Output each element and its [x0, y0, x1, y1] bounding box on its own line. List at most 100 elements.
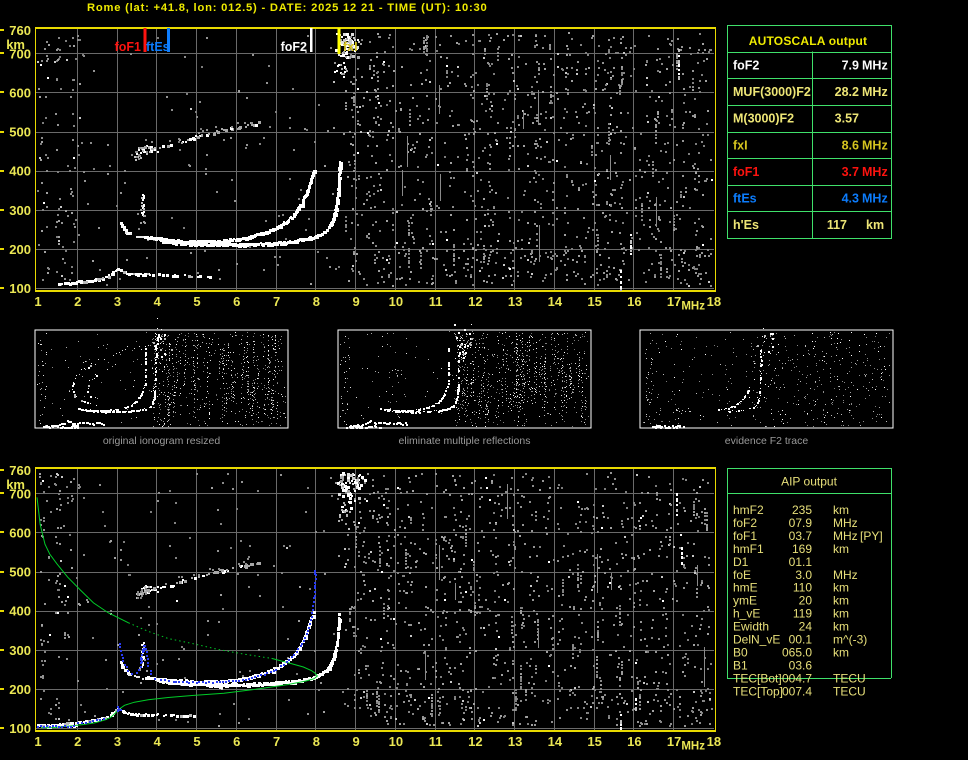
svg-text:18: 18 — [707, 734, 721, 749]
svg-text:065.0: 065.0 — [782, 645, 812, 659]
svg-text:MHz: MHz — [833, 529, 858, 543]
svg-text:18: 18 — [707, 294, 721, 309]
svg-text:original ionogram resized: original ionogram resized — [103, 435, 220, 447]
svg-text:3.57: 3.57 — [835, 112, 859, 126]
svg-text:4: 4 — [154, 734, 162, 749]
svg-text:h'Es: h'Es — [733, 218, 759, 232]
svg-text:MHz: MHz — [862, 165, 888, 179]
svg-text:ftEs: ftEs — [146, 40, 170, 54]
svg-text:10: 10 — [389, 734, 403, 749]
svg-text:MHz: MHz — [681, 301, 705, 313]
svg-text:600: 600 — [9, 526, 31, 541]
svg-text:11: 11 — [429, 734, 443, 749]
svg-text:7: 7 — [273, 734, 280, 749]
svg-text:5: 5 — [193, 734, 200, 749]
svg-text:13: 13 — [508, 734, 522, 749]
svg-text:MHz: MHz — [833, 568, 858, 582]
svg-text:foF1: foF1 — [115, 40, 141, 54]
svg-text:400: 400 — [9, 164, 31, 179]
svg-text:12: 12 — [468, 734, 482, 749]
svg-text:15: 15 — [587, 734, 601, 749]
svg-text:169: 169 — [792, 542, 812, 556]
svg-text:24: 24 — [799, 620, 813, 634]
svg-text:foE: foE — [733, 568, 751, 582]
svg-text:14: 14 — [548, 734, 563, 749]
svg-text:9: 9 — [352, 294, 359, 309]
svg-text:28.2: 28.2 — [835, 85, 859, 99]
svg-text:5: 5 — [193, 294, 200, 309]
svg-text:km: km — [833, 607, 849, 621]
svg-text:17: 17 — [667, 734, 681, 749]
svg-text:100: 100 — [9, 721, 31, 736]
svg-text:110: 110 — [793, 581, 812, 595]
svg-text:100: 100 — [9, 281, 31, 296]
svg-text:01.1: 01.1 — [789, 555, 813, 569]
svg-text:4.3: 4.3 — [842, 192, 859, 206]
svg-text:TECU: TECU — [833, 671, 866, 685]
svg-text:km: km — [833, 620, 849, 634]
svg-text:7.9: 7.9 — [842, 58, 859, 72]
svg-text:2: 2 — [74, 294, 81, 309]
svg-text:3: 3 — [114, 734, 121, 749]
svg-text:6: 6 — [233, 734, 240, 749]
svg-text:m^(-3): m^(-3) — [833, 633, 867, 647]
svg-text:MHz: MHz — [862, 58, 888, 72]
svg-text:AUTOSCALA output: AUTOSCALA output — [749, 34, 868, 48]
svg-text:400: 400 — [9, 604, 31, 619]
svg-text:km: km — [6, 37, 25, 52]
svg-text:300: 300 — [9, 643, 31, 658]
svg-text:10: 10 — [389, 294, 403, 309]
svg-text:hmE: hmE — [733, 581, 758, 595]
svg-text:1: 1 — [34, 294, 41, 309]
svg-text:B0: B0 — [733, 645, 748, 659]
svg-text:km: km — [833, 645, 849, 659]
svg-text:AIP output: AIP output — [781, 475, 837, 489]
svg-text:11: 11 — [429, 294, 443, 309]
svg-text:1: 1 — [34, 734, 41, 749]
svg-text:km: km — [833, 594, 849, 608]
svg-text:DelN_vE: DelN_vE — [733, 633, 780, 647]
svg-text:D1: D1 — [733, 555, 749, 569]
svg-text:500: 500 — [9, 125, 31, 140]
svg-text:00.1: 00.1 — [789, 633, 813, 647]
svg-text:4: 4 — [154, 294, 162, 309]
svg-text:004.7: 004.7 — [782, 671, 812, 685]
svg-text:evidence F2 trace: evidence F2 trace — [725, 435, 809, 447]
svg-text:Ewidth: Ewidth — [733, 620, 769, 634]
svg-text:km: km — [833, 503, 849, 517]
svg-text:hmF1: hmF1 — [733, 542, 764, 556]
svg-text:foF2: foF2 — [733, 58, 759, 72]
svg-text:235: 235 — [792, 503, 812, 517]
svg-text:km: km — [833, 581, 849, 595]
svg-text:20: 20 — [799, 594, 813, 608]
svg-text:03.7: 03.7 — [789, 529, 813, 543]
svg-text:8.6: 8.6 — [842, 138, 859, 152]
svg-text:3.0: 3.0 — [795, 568, 812, 582]
svg-text:8: 8 — [313, 734, 320, 749]
svg-text:Rome (lat: +41.8, lon: 012.5): Rome (lat: +41.8, lon: 012.5) - DATE: 20… — [87, 2, 488, 14]
svg-text:MHz: MHz — [681, 741, 705, 753]
svg-text:7: 7 — [273, 294, 280, 309]
svg-text:2: 2 — [74, 734, 81, 749]
svg-text:MHz: MHz — [833, 516, 858, 530]
svg-text:8: 8 — [313, 294, 320, 309]
svg-text:17: 17 — [667, 294, 681, 309]
svg-text:9: 9 — [352, 734, 359, 749]
svg-text:MUF(3000)F2: MUF(3000)F2 — [733, 85, 811, 99]
svg-text:07.9: 07.9 — [789, 516, 813, 530]
svg-text:03.6: 03.6 — [789, 658, 813, 672]
svg-text:foF2: foF2 — [733, 516, 757, 530]
svg-text:15: 15 — [587, 294, 601, 309]
svg-text:3.7: 3.7 — [842, 165, 859, 179]
svg-text:007.4: 007.4 — [782, 684, 812, 698]
svg-text:13: 13 — [508, 294, 522, 309]
svg-text:300: 300 — [9, 203, 31, 218]
svg-text:MHz: MHz — [862, 85, 888, 99]
svg-text:eliminate multiple reflections: eliminate multiple reflections — [399, 435, 531, 447]
svg-text:fxI: fxI — [343, 40, 358, 54]
svg-text:760: 760 — [9, 463, 31, 478]
svg-text:[PY]: [PY] — [860, 529, 883, 543]
svg-text:km: km — [866, 218, 884, 232]
svg-text:16: 16 — [627, 294, 641, 309]
svg-text:foF1: foF1 — [733, 165, 759, 179]
